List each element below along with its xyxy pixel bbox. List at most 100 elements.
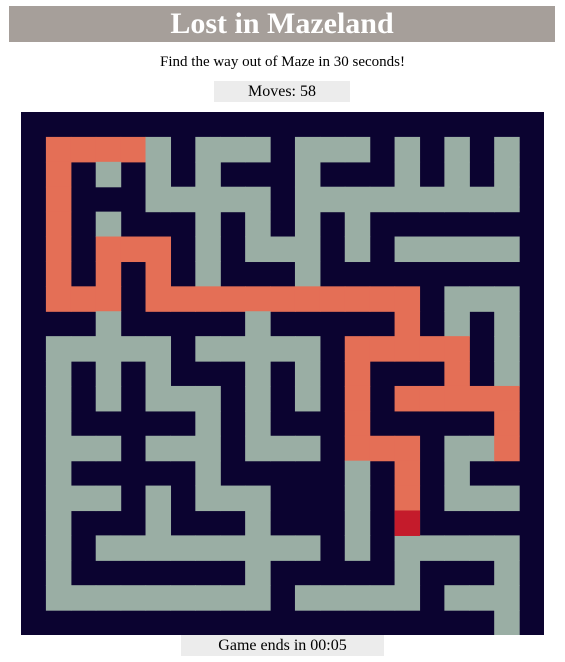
maze-passage-cell <box>245 410 271 437</box>
visited-path-cell <box>95 236 122 263</box>
maze-passage-cell <box>220 535 246 561</box>
visited-path-cell <box>95 136 122 163</box>
maze-passage-cell <box>195 261 221 287</box>
maze-passage-cell <box>95 211 122 238</box>
maze-passage-cell <box>294 535 321 561</box>
maze-passage-cell <box>70 485 97 512</box>
maze-passage-cell <box>45 336 72 362</box>
maze-passage-cell <box>494 161 520 188</box>
maze-passage-cell <box>195 336 221 362</box>
maze-passage-cell <box>195 485 221 512</box>
maze-passage-cell <box>469 485 495 512</box>
maze-passage-cell <box>145 186 172 213</box>
maze-passage-cell <box>469 186 495 213</box>
maze-passage-cell <box>419 236 445 263</box>
maze-passage-cell <box>195 410 221 437</box>
maze-passage-cell <box>294 361 321 387</box>
maze-passage-cell <box>45 485 72 512</box>
maze-passage-cell <box>70 585 97 611</box>
visited-path-cell <box>369 435 396 462</box>
visited-path-cell <box>145 261 172 287</box>
maze-passage-cell <box>444 286 470 312</box>
maze-passage-cell <box>494 361 520 387</box>
maze-passage-cell <box>120 336 147 362</box>
game-title: Lost in Mazeland <box>170 7 394 40</box>
maze-passage-cell <box>469 435 495 462</box>
maze-passage-cell <box>394 161 421 188</box>
maze-passage-cell <box>220 186 246 213</box>
maze-passage-cell <box>145 535 172 561</box>
maze-passage-cell <box>444 485 470 512</box>
visited-path-cell <box>394 460 421 487</box>
maze-passage-cell <box>120 535 147 561</box>
maze-passage-cell <box>45 361 72 387</box>
maze-passage-cell <box>344 136 371 163</box>
maze-passage-cell <box>245 336 271 362</box>
maze-passage-cell <box>220 336 246 362</box>
maze-passage-cell <box>45 510 72 536</box>
visited-path-cell <box>419 385 445 412</box>
maze-passage-cell <box>444 585 470 611</box>
maze-passage-cell <box>170 186 196 213</box>
visited-path-cell <box>45 211 72 238</box>
maze-passage-cell <box>494 311 520 337</box>
maze-passage-cell <box>95 385 122 412</box>
maze-passage-cell <box>494 186 520 213</box>
countdown-timer: Game ends in 00:05 <box>181 635 384 656</box>
maze-passage-cell <box>344 485 371 512</box>
moves-label: Moves: <box>248 82 296 100</box>
visited-path-cell <box>369 286 396 312</box>
maze-passage-cell <box>494 286 520 312</box>
maze-passage-cell <box>245 435 271 462</box>
maze-passage-cell <box>220 136 246 163</box>
maze-passage-cell <box>294 585 321 611</box>
maze-passage-cell <box>494 610 520 635</box>
maze-passage-cell <box>394 560 421 586</box>
maze-passage-cell <box>494 535 520 561</box>
maze-passage-cell <box>294 336 321 362</box>
maze-passage-cell <box>444 186 470 213</box>
visited-path-cell <box>469 385 495 412</box>
maze-passage-cell <box>270 236 296 263</box>
maze-passage-cell <box>319 136 346 163</box>
maze-passage-cell <box>145 485 172 512</box>
moves-counter: Moves: 58 <box>214 81 350 102</box>
maze-passage-cell <box>344 535 371 561</box>
visited-path-cell <box>394 336 421 362</box>
maze-board[interactable] <box>21 112 544 635</box>
maze-passage-cell <box>195 460 221 487</box>
maze-passage-cell <box>220 585 246 611</box>
maze-passage-cell <box>444 161 470 188</box>
maze-passage-cell <box>344 186 371 213</box>
maze-passage-cell <box>444 311 470 337</box>
maze-passage-cell <box>494 585 520 611</box>
maze-passage-cell <box>245 535 271 561</box>
title-bar: Lost in Mazeland <box>9 6 555 42</box>
maze-passage-cell <box>444 136 470 163</box>
maze-passage-cell <box>145 435 172 462</box>
maze-passage-cell <box>369 186 396 213</box>
maze-passage-cell <box>245 361 271 387</box>
maze-passage-cell <box>170 435 196 462</box>
maze-passage-cell <box>195 136 221 163</box>
visited-path-cell <box>70 136 97 163</box>
maze-passage-cell <box>494 485 520 512</box>
visited-path-cell <box>319 286 346 312</box>
maze-passage-cell <box>170 535 196 561</box>
maze-passage-cell <box>344 510 371 536</box>
maze-passage-cell <box>95 311 122 337</box>
visited-path-cell <box>45 161 72 188</box>
visited-path-cell <box>394 311 421 337</box>
visited-path-cell <box>344 286 371 312</box>
maze-passage-cell <box>344 585 371 611</box>
maze-passage-cell <box>70 435 97 462</box>
maze-passage-cell <box>45 410 72 437</box>
maze-passage-cell <box>170 585 196 611</box>
visited-path-cell <box>394 435 421 462</box>
visited-path-cell <box>245 286 271 312</box>
maze-passage-cell <box>494 336 520 362</box>
visited-path-cell <box>419 336 445 362</box>
maze-passage-cell <box>45 560 72 586</box>
maze-passage-cell <box>70 336 97 362</box>
maze-passage-cell <box>45 535 72 561</box>
